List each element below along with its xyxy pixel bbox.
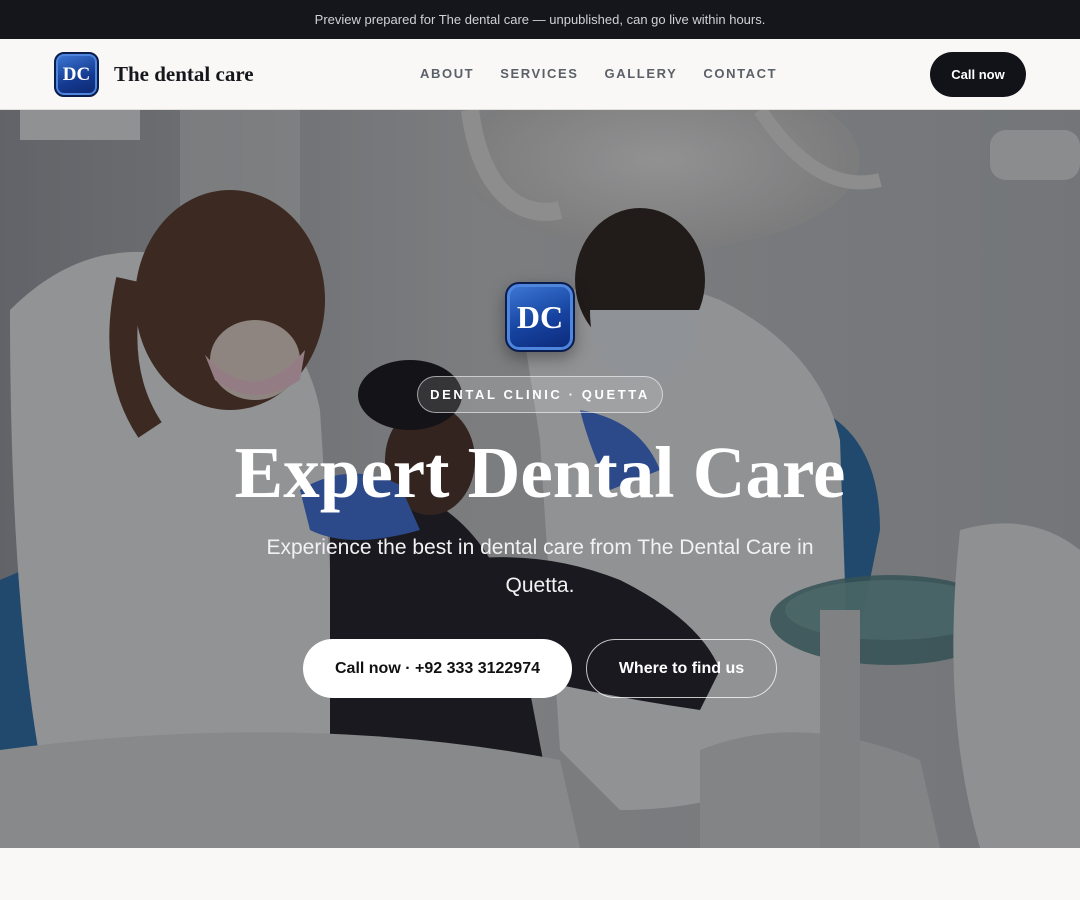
announcement-bar: Preview prepared for The dental care — u… <box>0 0 1080 39</box>
brand[interactable]: DC The dental care <box>54 52 254 97</box>
hero-section: DC DENTAL CLINIC · QUETTA Expert Dental … <box>0 110 1080 848</box>
next-section <box>0 848 1080 900</box>
announcement-text: Preview prepared for The dental care — u… <box>314 12 766 27</box>
nav-link-about[interactable]: ABOUT <box>407 66 487 81</box>
hero-logo-icon: DC <box>505 282 575 352</box>
find-us-button[interactable]: Where to find us <box>586 639 777 698</box>
nav-link-contact[interactable]: CONTACT <box>690 66 790 81</box>
header-call-button[interactable]: Call now <box>930 52 1026 97</box>
site-header: DC The dental care ABOUT SERVICES GALLER… <box>0 39 1080 110</box>
logo-icon: DC <box>54 52 99 97</box>
hero-title: Expert Dental Care <box>234 432 846 513</box>
location-badge: DENTAL CLINIC · QUETTA <box>417 376 663 413</box>
call-now-button[interactable]: Call now · +92 333 3122974 <box>303 639 572 698</box>
brand-name: The dental care <box>114 62 254 86</box>
nav-link-gallery[interactable]: GALLERY <box>592 66 691 81</box>
hero-subtitle: Experience the best in dental care from … <box>266 536 814 597</box>
nav-link-services[interactable]: SERVICES <box>487 66 591 81</box>
main-nav: ABOUT SERVICES GALLERY CONTACT <box>407 66 790 81</box>
